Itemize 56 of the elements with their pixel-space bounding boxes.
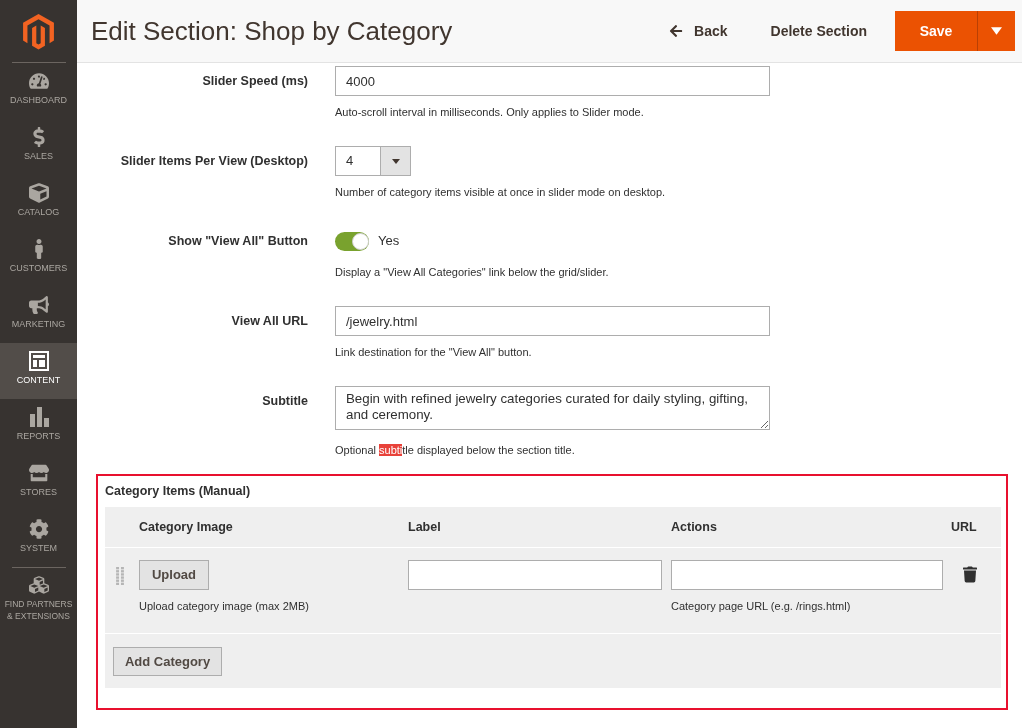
- store-icon: [28, 463, 49, 483]
- column-header: Actions: [671, 518, 718, 536]
- field-note: Category page URL (e.g. /rings.html): [671, 599, 852, 614]
- sidebar-item[interactable]: SALES: [0, 119, 77, 175]
- field-note: Link destination for the "View All" button.: [335, 345, 533, 360]
- toggle-state-label: Yes: [378, 232, 400, 251]
- drag-handle-icon[interactable]: [116, 567, 124, 585]
- sidebar-item[interactable]: SYSTEM: [0, 511, 77, 567]
- caret-down-icon: [991, 27, 1002, 35]
- megaphone-icon: [28, 295, 49, 315]
- field-note: Upload category image (max 2MB): [139, 599, 310, 614]
- sidebar-item[interactable]: STORES: [0, 455, 77, 511]
- form-label: Subtitle: [262, 393, 308, 410]
- field-note: Number of category items visible at once in slider mode on desktop.: [335, 185, 667, 200]
- caret-down-icon: [380, 147, 410, 175]
- sidebar-item[interactable]: CUSTOMERS: [0, 231, 77, 287]
- toggle-switch[interactable]: [335, 231, 369, 251]
- arrow-left-icon: [669, 24, 684, 38]
- gauge-icon: [28, 71, 49, 91]
- delete-section-button[interactable]: Delete Section: [756, 11, 881, 51]
- text-input[interactable]: /jewelry.html: [335, 306, 770, 336]
- sidebar-item[interactable]: DASHBOARD: [0, 63, 77, 119]
- sidebar-item[interactable]: CATALOG: [0, 175, 77, 231]
- form-label: View All URL: [231, 313, 308, 330]
- url-input[interactable]: [671, 560, 943, 590]
- sidebar-item[interactable]: MARKETING: [0, 287, 77, 343]
- page-title: Edit Section: Shop by Category: [91, 15, 454, 48]
- bar-chart-icon: [28, 407, 49, 427]
- select-field[interactable]: 4: [335, 146, 411, 176]
- blocks-icon: [28, 575, 49, 595]
- section-title: Category Items (Manual): [105, 483, 252, 499]
- field-note: Auto-scroll interval in milliseconds. Only applies to Slider mode.: [335, 105, 645, 120]
- textarea-field[interactable]: Begin with refined jewelry categories curated for daily styling, gifting, and ceremony.: [335, 386, 770, 430]
- label-input[interactable]: [408, 560, 662, 590]
- settings-icon: [28, 519, 49, 539]
- upload-button[interactable]: Upload: [139, 560, 209, 590]
- box-icon: [28, 183, 49, 203]
- form-label: Show "View All" Button: [168, 233, 308, 250]
- add-category-button[interactable]: Add Category: [113, 647, 222, 676]
- sidebar-item[interactable]: FIND PARTNERS & EXTENSIONS: [0, 568, 77, 630]
- layout-icon: [28, 351, 49, 371]
- text-input[interactable]: 4000: [335, 66, 770, 96]
- delete-row-button[interactable]: [963, 566, 977, 583]
- sidebar-item[interactable]: REPORTS: [0, 399, 77, 455]
- save-button[interactable]: Save: [895, 11, 977, 51]
- form-label: Slider Items Per View (Desktop): [120, 153, 308, 170]
- sidebar-item[interactable]: CONTENT: [0, 343, 77, 399]
- column-header: URL: [951, 518, 978, 536]
- column-header: Label: [408, 518, 442, 536]
- back-button[interactable]: Back: [655, 11, 742, 51]
- trash-icon: [963, 566, 977, 583]
- column-header: Category Image: [139, 518, 234, 536]
- save-options-button[interactable]: [977, 11, 1015, 51]
- form-label: Slider Speed (ms): [202, 73, 308, 90]
- field-note: Display a "View All Categories" link below the grid/slider.: [335, 265, 610, 280]
- logo-icon[interactable]: [23, 13, 54, 50]
